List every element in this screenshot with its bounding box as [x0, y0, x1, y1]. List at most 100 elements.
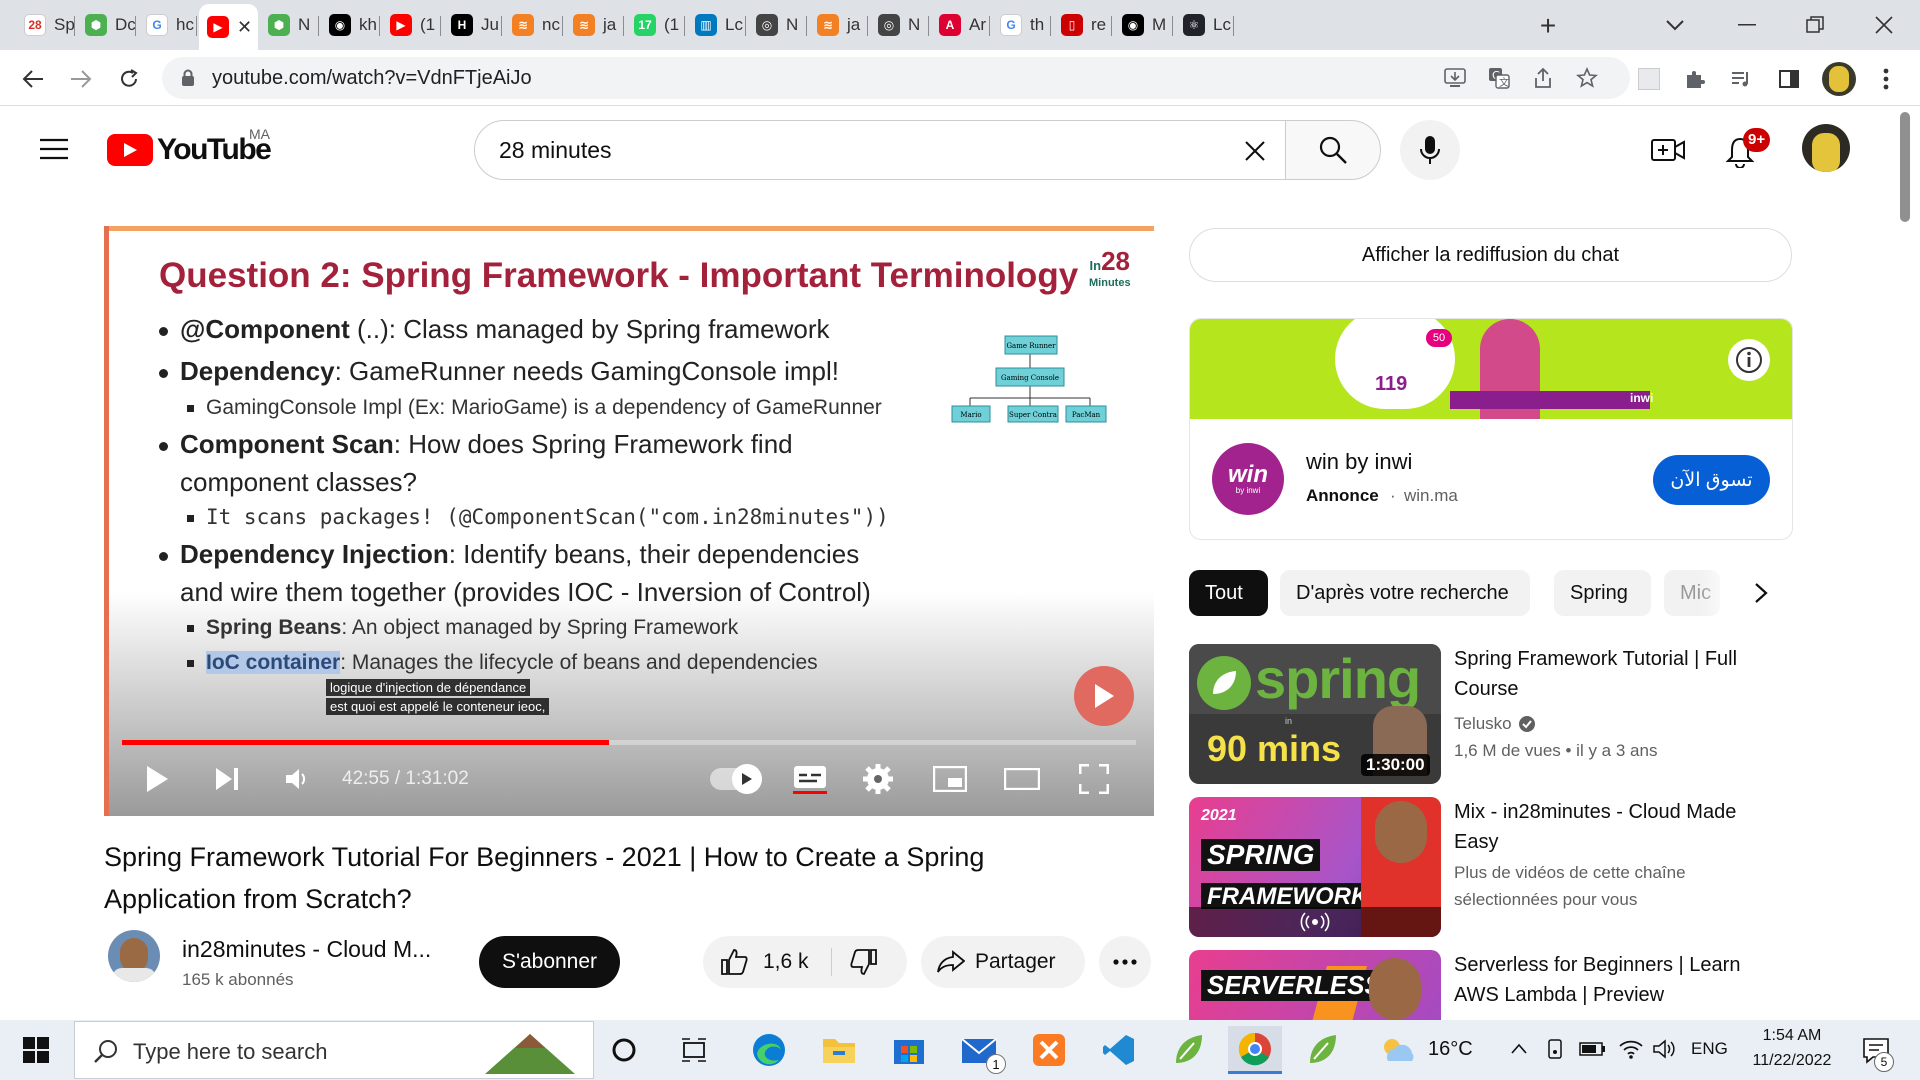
close-window-icon[interactable] [1866, 10, 1902, 40]
ad-cta-button[interactable]: تسوق الآن [1653, 455, 1770, 505]
volume-icon[interactable] [280, 762, 314, 796]
rec-thumbnail-2[interactable]: 2021 SPRING FRAMEWORK [1189, 797, 1441, 937]
tab[interactable]: ◉ kh [321, 6, 380, 44]
search-button[interactable] [1285, 120, 1381, 180]
rec-channel-1[interactable]: Telusko [1454, 710, 1512, 737]
input-language[interactable]: ENG [1691, 1039, 1728, 1059]
tab[interactable]: Gth [992, 6, 1051, 44]
fullscreen-icon[interactable] [1074, 762, 1114, 796]
subscribe-button[interactable]: S'abonner [479, 936, 620, 988]
wifi-icon[interactable] [1614, 1034, 1648, 1064]
play-icon[interactable] [140, 762, 174, 796]
tab[interactable]: ≋ ja [565, 6, 624, 44]
taskbar-search-box[interactable]: Type here to search [74, 1021, 594, 1079]
rec-title-1[interactable]: Spring Framework Tutorial | Full Course [1454, 644, 1784, 704]
more-actions-icon[interactable] [1099, 936, 1151, 988]
task-view-icon[interactable] [674, 1032, 714, 1068]
tab[interactable]: ◎ N [870, 6, 929, 44]
profile-avatar[interactable] [1822, 62, 1856, 96]
channel-avatar[interactable] [108, 930, 160, 982]
hamburger-menu-icon[interactable] [36, 131, 72, 167]
dislike-thumb-icon[interactable] [849, 948, 879, 976]
tab[interactable]: Ghc [138, 6, 197, 44]
rec-title-2[interactable]: Mix - in28minutes - Cloud Made Easy [1454, 797, 1784, 857]
tab[interactable]: ▶ (1 [382, 6, 441, 44]
extensions-puzzle-icon[interactable] [1680, 64, 1710, 94]
settings-gear-icon[interactable] [860, 762, 896, 796]
windows-start-icon[interactable] [14, 1032, 58, 1068]
tab[interactable]: ◉ M [1114, 6, 1173, 44]
account-avatar[interactable] [1802, 124, 1850, 172]
video-player[interactable]: Question 2: Spring Framework - Important… [104, 226, 1154, 816]
show-chat-replay-button[interactable]: Afficher la rediffusion du chat [1189, 228, 1792, 282]
lock-icon[interactable] [178, 67, 198, 89]
new-tab-icon[interactable]: + [1530, 8, 1566, 44]
tab[interactable]: ⬢ N [260, 6, 319, 44]
autoplay-toggle[interactable] [710, 764, 762, 794]
tab-search-chevron-icon[interactable] [1660, 10, 1690, 40]
spring-tool-suite-2-icon[interactable] [1298, 1028, 1348, 1072]
forward-icon[interactable] [66, 64, 96, 94]
battery-icon[interactable] [1576, 1034, 1610, 1064]
youtube-logo[interactable]: YouTube [107, 132, 272, 168]
xampp-icon[interactable] [1024, 1028, 1074, 1072]
restore-icon[interactable] [1797, 10, 1833, 40]
clock-date[interactable]: 11/22/2022 [1740, 1052, 1844, 1070]
chips-next-chevron-icon[interactable] [1740, 572, 1782, 614]
clock-time[interactable]: 1:54 AM [1740, 1027, 1844, 1045]
recommendation-item[interactable]: SERVERLESS Serverless for Beginners | Le… [1189, 950, 1793, 1020]
tab[interactable]: ▯ re [1053, 6, 1112, 44]
progress-bar[interactable] [122, 740, 1136, 745]
tab[interactable]: ⬢ Dc [77, 6, 136, 44]
extension-generic-icon[interactable] [1634, 64, 1664, 94]
tab[interactable]: ▥ Lc [687, 6, 746, 44]
tab[interactable]: A Ar [931, 6, 990, 44]
channel-name[interactable]: in28minutes - Cloud M... [182, 936, 431, 963]
like-thumb-icon[interactable] [719, 948, 749, 976]
ad-info-icon[interactable] [1728, 339, 1770, 381]
page-scrollbar-thumb[interactable] [1900, 112, 1910, 222]
ad-card[interactable]: 119 50 inwi win by inwi win by inwi Anno… [1189, 318, 1793, 540]
more-menu-icon[interactable] [1876, 64, 1896, 94]
chip-search-related[interactable]: D'après votre recherche [1280, 570, 1530, 616]
miniplayer-icon[interactable] [930, 762, 970, 796]
url-field[interactable]: youtube.com/watch?v=VdnFTjeAiJo G文 [162, 57, 1630, 99]
tab[interactable]: ◎ N [748, 6, 807, 44]
tray-chevron-up-icon[interactable] [1506, 1034, 1532, 1064]
tab-close-icon[interactable]: ✕ [237, 17, 252, 38]
file-explorer-icon[interactable] [814, 1028, 864, 1072]
ad-advertiser-logo[interactable]: win by inwi [1212, 443, 1284, 515]
next-video-icon[interactable] [210, 762, 244, 796]
side-panel-icon[interactable] [1774, 64, 1804, 94]
cortana-icon[interactable] [604, 1032, 644, 1068]
tab[interactable]: ⚛ Lc [1175, 6, 1234, 44]
minimize-icon[interactable] [1730, 10, 1766, 40]
bookmark-star-icon[interactable] [1574, 66, 1600, 90]
reload-icon[interactable] [114, 64, 144, 94]
create-video-icon[interactable] [1648, 132, 1688, 168]
rec-thumbnail-3[interactable]: SERVERLESS [1189, 950, 1441, 1020]
tab[interactable]: ≋ ja [809, 6, 868, 44]
ad-banner[interactable]: 119 50 inwi [1190, 319, 1792, 419]
subtitles-icon[interactable] [790, 762, 830, 796]
voice-search-button[interactable] [1400, 120, 1460, 180]
tab[interactable]: H Ju [443, 6, 502, 44]
spring-tool-suite-icon[interactable] [1164, 1028, 1214, 1072]
rec-title-3[interactable]: Serverless for Beginners | Learn AWS Lam… [1454, 950, 1784, 1010]
clear-search-icon[interactable] [1240, 136, 1270, 166]
tab[interactable]: 28 Sp [16, 6, 75, 44]
weather-temp[interactable]: 16°C [1428, 1038, 1473, 1061]
back-icon[interactable] [18, 64, 48, 94]
rec-thumbnail-1[interactable]: spring in 90 mins 1:30:00 [1189, 644, 1441, 784]
ad-title[interactable]: win by inwi [1306, 449, 1412, 475]
speaker-icon[interactable] [1648, 1034, 1682, 1064]
install-app-icon[interactable] [1442, 66, 1468, 90]
translate-icon[interactable]: G文 [1486, 66, 1512, 90]
tab[interactable]: 17 (1 [626, 6, 685, 44]
microsoft-store-icon[interactable] [884, 1028, 934, 1072]
vscode-icon[interactable] [1094, 1028, 1144, 1072]
tab-active[interactable]: ▶ ✕ [199, 4, 258, 50]
theater-mode-icon[interactable] [1002, 762, 1042, 796]
search-input[interactable]: 28 minutes [474, 120, 1286, 180]
share-button[interactable]: Partager [921, 936, 1085, 988]
